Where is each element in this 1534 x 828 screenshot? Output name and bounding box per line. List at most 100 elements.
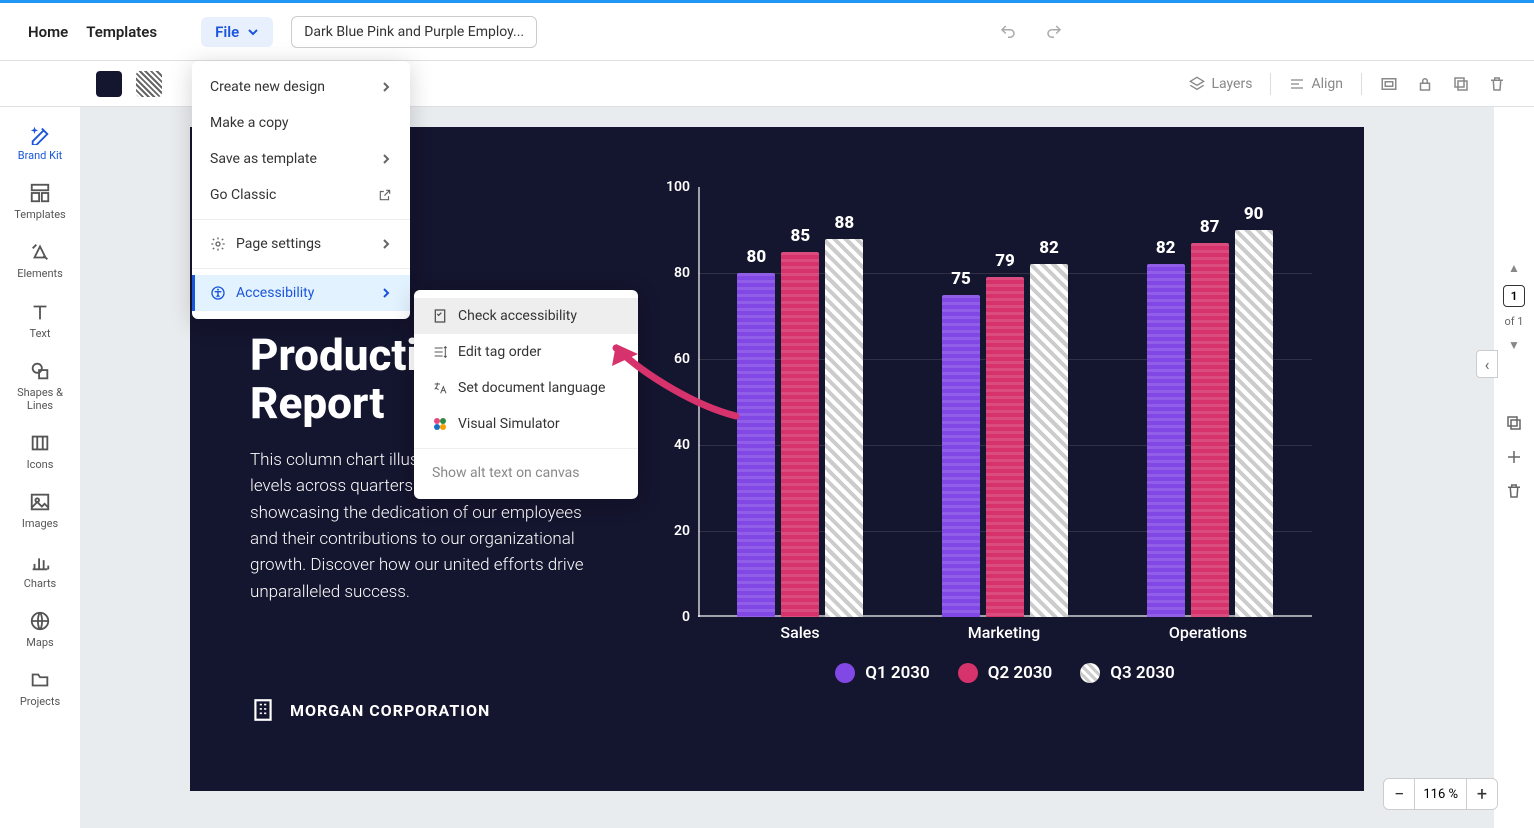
x-axis-labels: SalesMarketingOperations — [698, 623, 1312, 642]
menu-create-design[interactable]: Create new design — [192, 69, 410, 105]
menu-go-classic[interactable]: Go Classic — [192, 177, 410, 213]
add-page-button[interactable] — [1501, 444, 1527, 470]
rail-charts[interactable]: Charts — [0, 543, 80, 598]
document-title-input[interactable]: Dark Blue Pink and Purple Employ... — [291, 16, 537, 48]
file-menu-button[interactable]: File — [201, 17, 273, 47]
submenu-show-alt[interactable]: Show alt text on canvas — [414, 455, 638, 491]
bar: 88 — [825, 239, 863, 617]
duplicate-page-button[interactable] — [1501, 410, 1527, 436]
fit-icon[interactable] — [1380, 75, 1398, 93]
language-icon — [432, 380, 448, 396]
bar-label: 79 — [995, 251, 1015, 271]
submenu-edit-tag-order[interactable]: Edit tag order — [414, 334, 638, 370]
rail-images[interactable]: Images — [0, 483, 80, 538]
redo-icon[interactable] — [1045, 23, 1063, 41]
page-count: of 1 — [1504, 315, 1523, 328]
rail-shapes[interactable]: Shapes & Lines — [0, 352, 80, 420]
top-toolbar: Home Templates File Dark Blue Pink and P… — [0, 3, 1534, 61]
bar-label: 80 — [747, 247, 767, 267]
legend-label: Q3 2030 — [1110, 663, 1175, 683]
y-tick: 80 — [674, 265, 690, 281]
bar: 90 — [1235, 230, 1273, 617]
align-icon — [1289, 76, 1305, 92]
rail-brand-kit[interactable]: Brand Kit — [0, 115, 80, 170]
zoom-control: − 116 % + — [1383, 778, 1498, 810]
delete-page-button[interactable] — [1501, 478, 1527, 504]
checklist-icon — [432, 308, 448, 324]
accessibility-icon — [210, 285, 226, 301]
order-icon — [432, 344, 448, 360]
bar-label: 87 — [1200, 217, 1220, 237]
align-button[interactable]: Align — [1289, 76, 1343, 92]
rail-elements[interactable]: Elements — [0, 233, 80, 288]
menu-page-settings[interactable]: Page settings — [192, 226, 410, 262]
chevron-right-icon — [380, 238, 392, 250]
submenu-set-language[interactable]: Set document language — [414, 370, 638, 406]
x-label: Operations — [1106, 623, 1310, 642]
chevron-right-icon — [380, 153, 392, 165]
rail-templates[interactable]: Templates — [0, 174, 80, 229]
menu-make-copy[interactable]: Make a copy — [192, 105, 410, 141]
bar-label: 82 — [1156, 238, 1176, 258]
gear-icon — [210, 236, 226, 252]
layers-button[interactable]: Layers — [1189, 76, 1252, 92]
chart[interactable]: 020406080100 808588757982828790 SalesMar… — [646, 187, 1326, 747]
nav-templates[interactable]: Templates — [86, 23, 157, 41]
rail-icons[interactable]: Icons — [0, 424, 80, 479]
bar-group: 757982 — [930, 264, 1080, 617]
bar-label: 75 — [951, 269, 971, 289]
rail-maps[interactable]: Maps — [0, 602, 80, 657]
nav-home[interactable]: Home — [28, 23, 68, 41]
trash-icon[interactable] — [1488, 75, 1506, 93]
lock-icon[interactable] — [1416, 75, 1434, 93]
bar-label: 88 — [835, 213, 855, 233]
bar-label: 85 — [791, 226, 811, 246]
bar-label: 90 — [1244, 204, 1264, 224]
zoom-out-button[interactable]: − — [1384, 779, 1414, 809]
right-rail: ▲ 1 of 1 ▼ — [1494, 107, 1534, 828]
y-tick: 0 — [682, 609, 690, 625]
submenu-visual-simulator[interactable]: Visual Simulator — [414, 406, 638, 442]
bar-group: 828790 — [1135, 230, 1285, 617]
pattern-swatch[interactable] — [136, 71, 162, 97]
bar: 79 — [986, 277, 1024, 617]
legend-label: Q2 2030 — [988, 663, 1053, 683]
building-icon — [250, 697, 276, 723]
y-axis: 020406080100 — [646, 187, 698, 617]
bar: 82 — [1147, 264, 1185, 617]
color-swatch-navy[interactable] — [96, 71, 122, 97]
menu-accessibility[interactable]: Accessibility — [192, 275, 410, 311]
accessibility-submenu: Check accessibility Edit tag order Set d… — [414, 290, 638, 499]
bar: 75 — [942, 295, 980, 618]
slide-footer[interactable]: MORGAN CORPORATION — [250, 697, 490, 723]
file-dropdown: Create new design Make a copy Save as te… — [192, 61, 410, 319]
rail-text[interactable]: Text — [0, 293, 80, 348]
page-prev[interactable]: ▲ — [1506, 259, 1522, 277]
bar: 80 — [737, 273, 775, 617]
left-rail: Brand Kit Templates Elements Text Shapes… — [0, 107, 80, 828]
simulator-icon — [432, 416, 448, 432]
rail-projects[interactable]: Projects — [0, 661, 80, 716]
layers-icon — [1189, 76, 1205, 92]
undo-icon[interactable] — [999, 23, 1017, 41]
duplicate-icon[interactable] — [1452, 75, 1470, 93]
legend-label: Q1 2030 — [865, 663, 930, 683]
page-next[interactable]: ▼ — [1506, 336, 1522, 354]
x-label: Marketing — [902, 623, 1106, 642]
collapse-handle[interactable]: ‹ — [1476, 350, 1498, 378]
chart-legend: Q1 2030 Q2 2030 Q3 2030 — [698, 663, 1312, 683]
bar-label: 82 — [1039, 238, 1059, 258]
y-tick: 60 — [674, 351, 690, 367]
bar: 82 — [1030, 264, 1068, 617]
bar: 87 — [1191, 243, 1229, 617]
zoom-value[interactable]: 116 % — [1414, 779, 1467, 809]
file-label: File — [215, 23, 239, 41]
menu-save-template[interactable]: Save as template — [192, 141, 410, 177]
zoom-in-button[interactable]: + — [1467, 779, 1497, 809]
submenu-check-accessibility[interactable]: Check accessibility — [414, 298, 638, 334]
plot-area: 808588757982828790 — [698, 187, 1312, 617]
chevron-down-icon — [247, 26, 259, 38]
page-indicator[interactable]: 1 — [1503, 285, 1525, 307]
y-tick: 40 — [674, 437, 690, 453]
external-link-icon — [378, 188, 392, 202]
